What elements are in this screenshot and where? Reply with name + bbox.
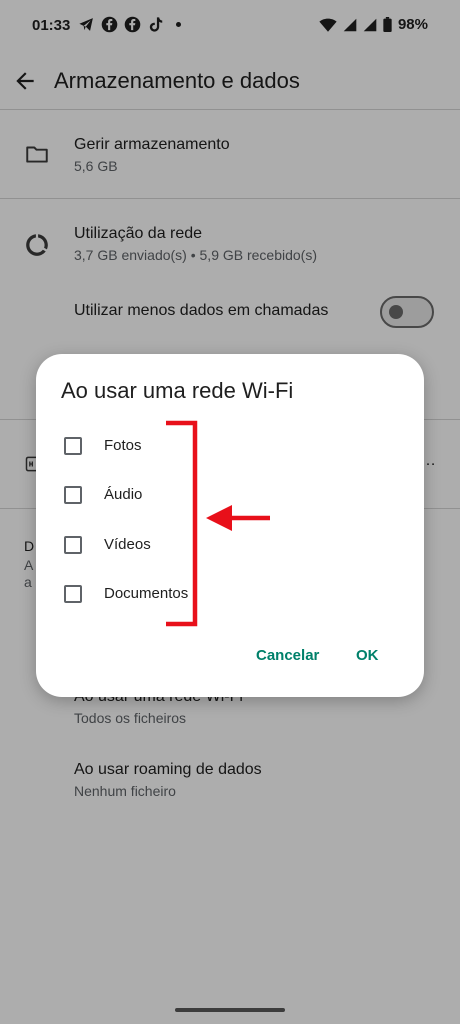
option-label: Áudio (104, 486, 143, 503)
option-label: Documentos (104, 585, 189, 602)
option-label: Vídeos (104, 536, 151, 553)
screen: 01:33 98% Armazenamento e dados Gerir ar… (0, 0, 460, 1024)
photos-checkbox[interactable] (64, 437, 82, 455)
gesture-nav-handle[interactable] (175, 1008, 285, 1012)
videos-checkbox[interactable] (64, 536, 82, 554)
option-documents[interactable]: Documentos (36, 574, 236, 614)
documents-checkbox[interactable] (64, 585, 82, 603)
ok-button[interactable]: OK (356, 647, 379, 664)
option-videos[interactable]: Vídeos (36, 525, 236, 565)
option-audio[interactable]: Áudio (36, 475, 236, 515)
dialog-title: Ao usar uma rede Wi-Fi (61, 378, 294, 403)
cancel-button[interactable]: Cancelar (256, 647, 319, 664)
option-label: Fotos (104, 437, 142, 454)
wifi-media-dialog: Ao usar uma rede Wi-Fi Fotos Áudio Vídeo… (36, 354, 424, 697)
option-photos[interactable]: Fotos (36, 426, 236, 466)
audio-checkbox[interactable] (64, 486, 82, 504)
